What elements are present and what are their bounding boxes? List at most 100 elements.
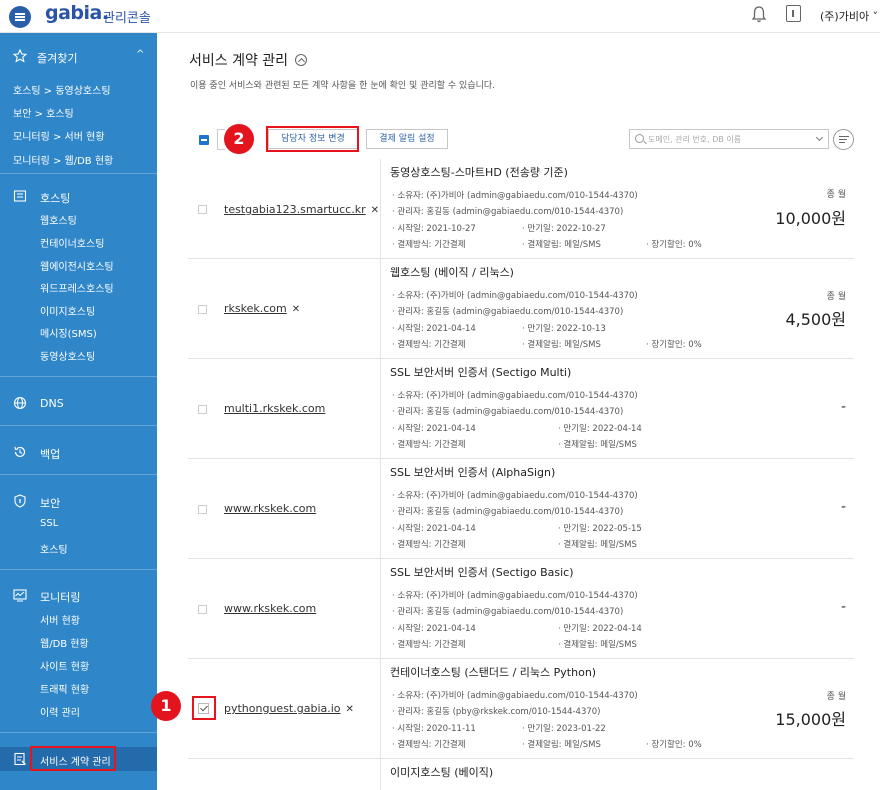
domain-link[interactable]: www.rkskek.com [224,502,316,515]
sidebar-item[interactable]: 메시징(SMS) [40,325,197,340]
globe-icon [13,396,27,410]
hosting-icon [13,190,27,202]
service-name: SSL 보안서버 인증서 (Sectigo Basic) [390,566,574,579]
user-menu[interactable]: (주)가비아 ˅ [820,8,878,24]
expire-date: · 만기일: 2022-04-14 [558,624,642,634]
row-checkbox[interactable] [198,605,207,614]
domain-link[interactable]: www.rkskek.com [224,602,316,615]
start-date: · 시작일: 2021-04-14 [392,624,476,634]
monitor-icon [13,589,27,602]
sidebar-monitoring[interactable]: 모니터링 [40,589,197,605]
close-icon[interactable]: ✕ [346,704,354,715]
table-row: 이미지호스팅 (베이직) [188,759,854,790]
favorite-item[interactable]: 모니터링 > 서버 현황 [13,128,170,143]
sidebar-item[interactable]: 호스팅 [40,541,197,556]
sidebar-item[interactable]: 웹/DB 현황 [40,635,197,650]
chevron-up-icon[interactable]: ^ [136,49,146,60]
table-row: www.rkskek.com SSL 보안서버 인증서 (AlphaSign) … [188,459,854,559]
chevron-down-icon[interactable] [815,133,824,142]
domain-text[interactable]: pythonguest.gabia.io [224,702,341,715]
table-row: multi1.rkskek.com SSL 보안서버 인증서 (Sectigo … [188,359,854,459]
contract-icon [14,752,26,766]
favorite-item[interactable]: 호스팅 > 동영상호스팅 [13,82,170,97]
payment-alert-button[interactable]: 결제 알림 설정 [366,129,448,149]
manager-info: · 관리자: 홍길동 (admin@gabiaedu.com/010-1544-… [392,607,624,617]
manager-info: · 관리자: 홍길동 (admin@gabiaedu.com/010-1544-… [392,507,624,517]
column-divider [380,359,381,459]
sidebar-divider [0,569,157,570]
sidebar-item[interactable]: 워드프레스호스팅 [40,280,197,295]
sidebar: 즐겨찾기 ^ 호스팅 > 동영상호스팅 보안 > 호스팅 모니터링 > 서버 현… [0,33,157,790]
start-date: · 시작일: 2021-04-14 [392,524,476,534]
domain-text[interactable]: rkskek.com [224,302,287,315]
row-checkbox[interactable] [198,305,207,314]
sidebar-item[interactable]: 웹호스팅 [40,212,197,227]
pay-method: · 결제방식: 기간결제 [392,440,466,450]
pay-alert: · 결제알림: 메일/SMS [522,340,601,350]
service-name: SSL 보안서버 인증서 (Sectigo Multi) [390,366,572,379]
sidebar-item[interactable]: 컨테이너호스팅 [40,235,197,250]
top-bar: gabia. 관리콘솔 (주)가비아 ˅ [0,0,880,33]
sidebar-backup[interactable]: 백업 [40,446,197,462]
sidebar-item[interactable]: 동영상호스팅 [40,348,197,363]
sidebar-item[interactable]: SSL [40,518,197,529]
notice-icon[interactable] [786,5,801,22]
highlight-box [30,746,116,771]
sidebar-security[interactable]: 보안 [40,495,197,511]
row-checkbox[interactable] [198,405,207,414]
favorite-item[interactable]: 모니터링 > 웹/DB 현황 [13,152,170,167]
price-label: 종 월 [826,692,846,702]
list-menu-icon[interactable] [833,129,854,150]
sidebar-favorites[interactable]: 즐겨찾기 [37,50,137,66]
pay-alert: · 결제알림: 메일/SMS [558,440,637,450]
gabia-logo[interactable]: gabia. [45,2,109,24]
sidebar-hosting[interactable]: 호스팅 [40,190,197,206]
service-name: 이미지호스팅 (베이직) [390,766,494,779]
discount: · 장기할인: 0% [646,240,702,250]
start-date: · 시작일: 2021-04-14 [392,324,476,334]
sidebar-item[interactable]: 웹에이전시호스팅 [40,258,197,273]
select-all-checkbox[interactable] [199,135,209,145]
domain-link[interactable]: testgabia123.smartucc.kr ✕ [224,203,379,216]
start-date: · 시작일: 2020-11-11 [392,724,476,734]
pay-alert: · 결제알림: 메일/SMS [522,240,601,250]
price: - [840,499,846,515]
sidebar-dns[interactable]: DNS [40,397,197,410]
sidebar-divider [0,376,157,377]
search-select[interactable] [629,129,829,149]
owner-info: · 소유자: (주)가비아 (admin@gabiaedu.com/010-15… [392,591,638,601]
domain-link[interactable]: rkskek.com ✕ [224,302,300,315]
domain-text[interactable]: testgabia123.smartucc.kr [224,203,366,216]
favorite-item[interactable]: 보안 > 호스팅 [13,105,170,120]
step-badge-1: 1 [151,691,181,721]
menu-icon[interactable] [9,6,31,28]
highlight-box [266,126,359,152]
close-icon[interactable]: ✕ [371,205,379,216]
price: 10,000원 [775,209,846,228]
column-divider [380,259,381,359]
domain-link[interactable]: multi1.rkskek.com [224,402,325,415]
row-checkbox[interactable] [198,505,207,514]
close-icon[interactable]: ✕ [292,304,300,315]
start-date: · 시작일: 2021-10-27 [392,224,476,234]
sidebar-item[interactable]: 이미지호스팅 [40,303,197,318]
discount: · 장기할인: 0% [646,740,702,750]
expire-date: · 만기일: 2023-01-22 [522,724,606,734]
start-date: · 시작일: 2021-04-14 [392,424,476,434]
sidebar-item[interactable]: 사이트 현황 [40,658,197,673]
table-row: www.rkskek.com SSL 보안서버 인증서 (Sectigo Bas… [188,559,854,659]
search-input[interactable] [648,132,808,146]
price: - [840,399,846,415]
sidebar-item[interactable]: 서버 현황 [40,612,197,627]
owner-info: · 소유자: (주)가비아 (admin@gabiaedu.com/010-15… [392,491,638,501]
sidebar-divider [0,173,157,174]
owner-info: · 소유자: (주)가비아 (admin@gabiaedu.com/010-15… [392,391,638,401]
column-divider [380,159,381,259]
domain-link[interactable]: pythonguest.gabia.io ✕ [224,702,354,715]
service-name: 웹호스팅 (베이직 / 리눅스) [390,266,514,279]
table-row: rkskek.com ✕ 웹호스팅 (베이직 / 리눅스) · 소유자: (주)가… [188,259,854,359]
bell-icon[interactable] [751,5,767,23]
row-checkbox[interactable] [198,205,207,214]
console-label: 관리콘솔 [103,11,151,26]
chevron-up-icon[interactable] [295,54,307,66]
